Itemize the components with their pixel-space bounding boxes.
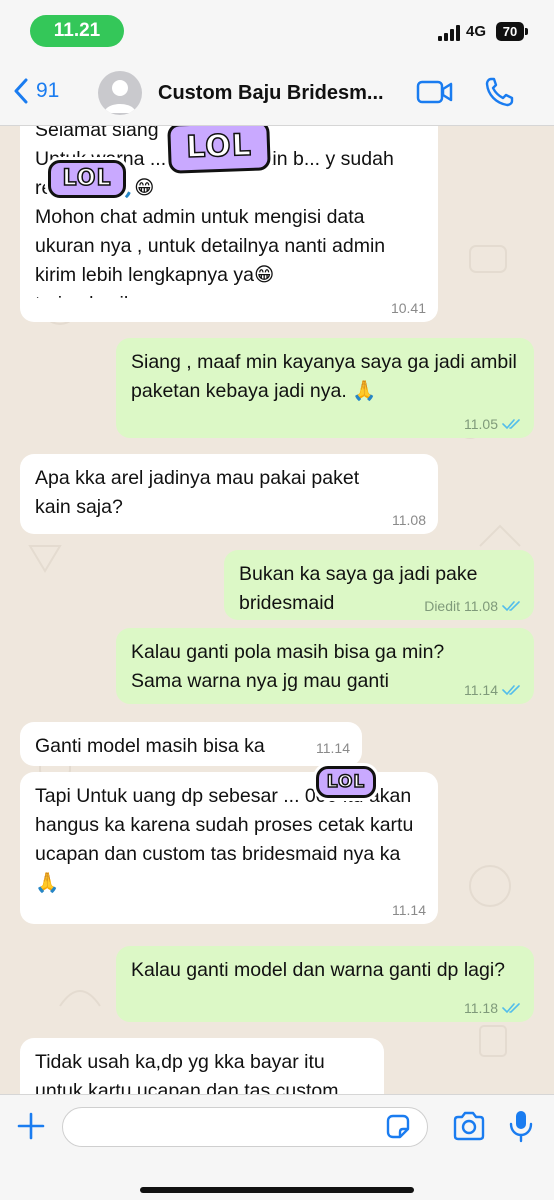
message-text: Apa kka arel jadinya mau pakai paket kai…: [35, 467, 360, 518]
video-call-icon[interactable]: [416, 78, 454, 106]
message-meta: Diedit 11.08: [424, 598, 522, 614]
chat-header: 91 Custom Baju Bridesm...: [0, 60, 554, 126]
message-meta: 11.05: [464, 416, 522, 432]
message-text: Tidak usah ka,dp yg kka bayar itu untuk …: [35, 1051, 339, 1094]
message-text: Kalau ganti pola masih bisa ga min? Sama…: [131, 641, 445, 692]
message-text: Ganti model masih bisa ka: [35, 735, 265, 757]
message-text: Siang , maaf min kayanya saya ga jadi am…: [131, 351, 517, 402]
message-text: Tapi Untuk uang dp sebesar ... 000 itu a…: [35, 785, 414, 894]
message-time: 11.08: [464, 598, 498, 614]
message-incoming[interactable]: Tapi Untuk uang dp sebesar ... 000 itu a…: [20, 772, 438, 924]
message-outgoing[interactable]: Bukan ka saya ga jadi pake bridesmaid Di…: [224, 550, 534, 620]
message-meta: 10.41: [391, 300, 426, 316]
message-meta: 11.14: [316, 740, 350, 756]
message-outgoing[interactable]: Siang , maaf min kayanya saya ga jadi am…: [116, 338, 534, 438]
message-time: 11.14: [316, 740, 350, 756]
double-check-icon: [502, 685, 520, 696]
home-indicator: [140, 1187, 414, 1193]
back-button[interactable]: 91: [14, 78, 59, 104]
status-bar: 11.21 4G 70: [0, 0, 554, 60]
lol-sticker[interactable]: LOL: [167, 126, 271, 174]
message-outgoing[interactable]: Kalau ganti pola masih bisa ga min? Sama…: [116, 628, 534, 704]
signal-icon: [438, 25, 460, 41]
double-check-icon: [502, 1003, 520, 1014]
message-meta: 11.14: [392, 902, 426, 918]
unread-count: 91: [36, 79, 60, 102]
avatar[interactable]: [98, 71, 142, 115]
avatar-icon: [104, 80, 136, 113]
status-time[interactable]: 11.21: [30, 15, 124, 47]
double-check-icon: [502, 601, 520, 612]
message-time: 11.05: [464, 416, 498, 432]
microphone-icon[interactable]: [508, 1109, 534, 1143]
edited-label: Diedit: [424, 598, 460, 614]
battery-indicator: 70: [496, 22, 528, 41]
lol-sticker[interactable]: LOL: [48, 160, 126, 198]
contact-name[interactable]: Custom Baju Bridesm...: [158, 82, 400, 105]
message-meta: 11.18: [464, 1000, 522, 1016]
message-incoming[interactable]: Apa kka arel jadinya mau pakai paket kai…: [20, 454, 438, 534]
camera-icon[interactable]: [452, 1111, 486, 1141]
message-time: 11.14: [392, 902, 426, 918]
message-meta: 11.08: [392, 512, 426, 528]
sticker-icon[interactable]: [384, 1113, 412, 1141]
message-input[interactable]: [62, 1107, 428, 1147]
message-outgoing[interactable]: Kalau ganti model dan warna ganti dp lag…: [116, 946, 534, 1022]
message-time: 11.14: [464, 682, 498, 698]
input-bar: [0, 1094, 554, 1200]
message-time: 11.08: [392, 512, 426, 528]
network-type: 4G: [466, 23, 487, 40]
message-time: 11.18: [464, 1000, 498, 1016]
lol-sticker[interactable]: LOL: [316, 766, 376, 798]
plus-icon[interactable]: [16, 1111, 46, 1141]
message-incoming[interactable]: Tidak usah ka,dp yg kka bayar itu untuk …: [20, 1038, 384, 1094]
message-text: Kalau ganti model dan warna ganti dp lag…: [131, 959, 506, 981]
chevron-left-icon: [14, 78, 28, 104]
message-incoming[interactable]: Ganti model masih bisa ka 11.14: [20, 722, 362, 766]
chat-area[interactable]: Selamat siang Untuk warna ... el bahan k…: [0, 126, 554, 1094]
message-meta: 11.14: [464, 682, 522, 698]
double-check-icon: [502, 419, 520, 430]
message-time: 10.41: [390, 300, 426, 316]
phone-icon[interactable]: [484, 76, 514, 108]
